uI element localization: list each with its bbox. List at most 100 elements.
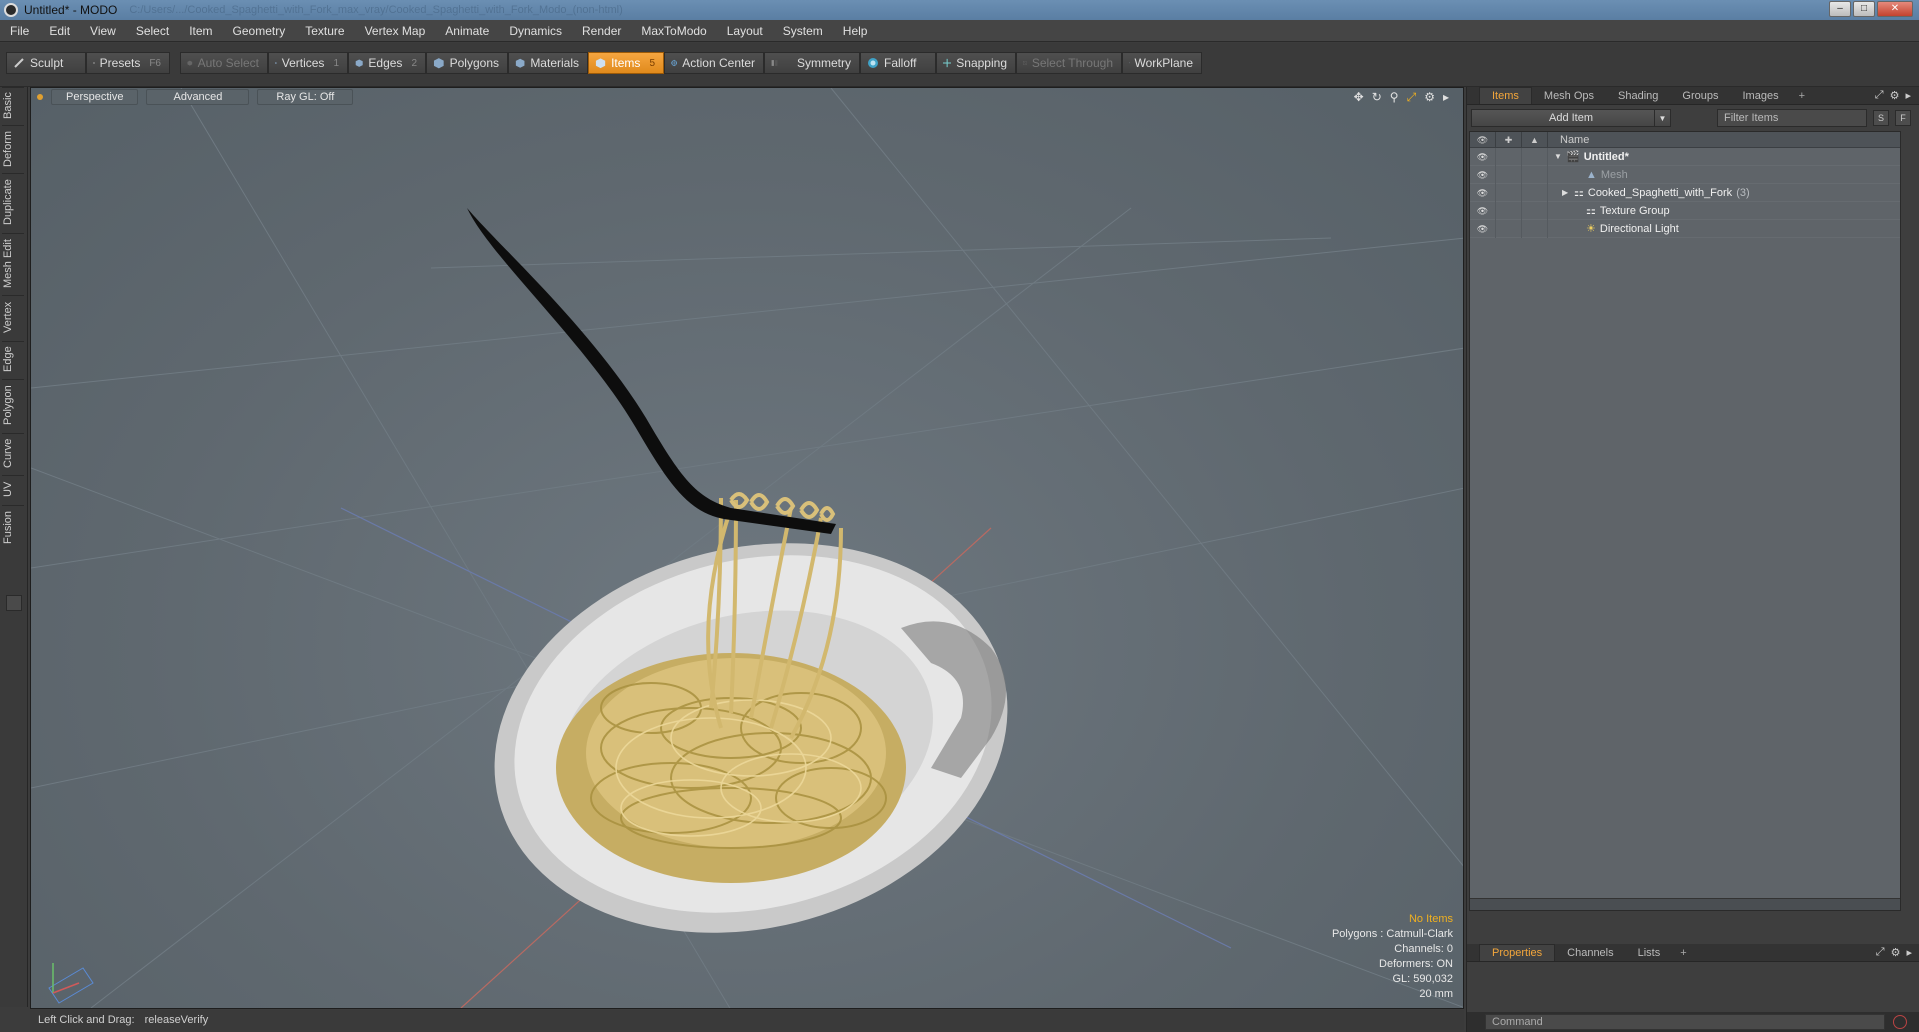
tree-row-texture-group[interactable]: 👁 ⚏ Texture Group <box>1470 201 1900 220</box>
tab-groups[interactable]: Groups <box>1670 88 1730 104</box>
eye-icon[interactable]: 👁 <box>1470 183 1496 202</box>
eye-icon[interactable]: 👁 <box>1470 165 1496 184</box>
menu-geometry[interactable]: Geometry <box>223 24 296 38</box>
tab-curve[interactable]: Curve <box>2 433 24 473</box>
tree-row-untitled[interactable]: 👁 ▼ 🎬 Untitled* <box>1470 147 1900 166</box>
chevron-down-icon[interactable]: ▼ <box>1654 110 1670 126</box>
tab-lists[interactable]: Lists <box>1626 945 1673 961</box>
menu-texture[interactable]: Texture <box>295 24 354 38</box>
panel-gear-icon[interactable]: ⚙ <box>1890 89 1900 102</box>
axis-gizmo <box>48 963 94 1004</box>
record-icon[interactable] <box>1893 1015 1907 1029</box>
workplane-label: WorkPlane <box>1134 56 1193 70</box>
materials-button[interactable]: Materials <box>508 52 588 74</box>
rotate-icon[interactable]: ↻ <box>1372 90 1382 105</box>
panel-menu-icon[interactable]: ▸ <box>1905 89 1911 102</box>
add-tab-icon[interactable]: + <box>1672 945 1694 961</box>
menu-animate[interactable]: Animate <box>435 24 499 38</box>
tab-channels[interactable]: Channels <box>1555 945 1625 961</box>
snapping-button[interactable]: Snapping <box>936 52 1016 74</box>
menu-layout[interactable]: Layout <box>717 24 773 38</box>
select-through-button[interactable]: Select Through <box>1016 52 1122 74</box>
expand-arrow-icon[interactable]: ▶ <box>1562 188 1574 197</box>
tab-polygon[interactable]: Polygon <box>2 379 24 431</box>
maximize-panel-icon[interactable]: ⤢ <box>1875 89 1884 102</box>
tab-deform[interactable]: Deform <box>2 125 24 171</box>
expand-arrow-icon[interactable]: ▸ <box>1443 90 1449 105</box>
maximize-button[interactable]: □ <box>1853 1 1875 17</box>
eye-icon[interactable]: 👁 <box>1470 147 1496 166</box>
menu-help[interactable]: Help <box>833 24 878 38</box>
f-toggle-button[interactable]: F <box>1895 110 1911 126</box>
action-center-button[interactable]: Action Center <box>664 52 764 74</box>
view-mode-button[interactable]: Perspective <box>51 89 139 105</box>
title-bar: Untitled* - MODO C:/Users/.../Cooked_Spa… <box>0 0 1919 20</box>
tab-basic[interactable]: Basic <box>2 87 24 123</box>
tab-fusion[interactable]: Fusion <box>2 505 24 549</box>
sculpt-button[interactable]: Sculpt <box>6 52 86 74</box>
falloff-button[interactable]: Falloff <box>860 52 936 74</box>
add-item-button[interactable]: Add Item ▼ <box>1471 109 1671 127</box>
workplane-button[interactable]: WorkPlane <box>1122 52 1202 74</box>
menu-file[interactable]: File <box>0 24 39 38</box>
tab-uv[interactable]: UV <box>2 475 24 503</box>
collapse-arrow-icon[interactable]: ▼ <box>1554 152 1566 161</box>
falloff-icon <box>868 58 878 68</box>
pan-icon[interactable]: ✥ <box>1354 90 1364 105</box>
tab-properties[interactable]: Properties <box>1479 944 1556 961</box>
3d-viewport[interactable]: Perspective Advanced Ray GL: Off ✥ ↻ ⚲ ⤢… <box>30 87 1464 1009</box>
menu-vertex-map[interactable]: Vertex Map <box>355 24 436 38</box>
lock-cell <box>1496 183 1522 202</box>
tree-row-mesh[interactable]: 👁 ▲ Mesh <box>1470 165 1900 184</box>
close-button[interactable]: ✕ <box>1877 1 1913 17</box>
tab-mesh-ops[interactable]: Mesh Ops <box>1532 88 1606 104</box>
filter-items-input[interactable]: Filter Items <box>1717 109 1867 127</box>
visibility-column-icon[interactable]: 👁 <box>1470 131 1496 148</box>
panel-menu-icon[interactable]: ▸ <box>1906 946 1912 959</box>
tab-shading[interactable]: Shading <box>1606 88 1670 104</box>
s-toggle-button[interactable]: S <box>1873 110 1889 126</box>
tab-images[interactable]: Images <box>1731 88 1791 104</box>
menu-select[interactable]: Select <box>126 24 179 38</box>
menu-render[interactable]: Render <box>572 24 631 38</box>
maximize-panel-icon[interactable]: ⤢ <box>1876 946 1885 959</box>
tree-scrollbar[interactable] <box>1470 898 1900 910</box>
vertices-icon <box>275 62 277 64</box>
auto-select-button[interactable]: Auto Select <box>180 52 268 74</box>
command-input[interactable]: Command <box>1485 1014 1885 1030</box>
tree-row-spaghetti[interactable]: 👁 ▶ ⚏ Cooked_Spaghetti_with_Fork (3) <box>1470 183 1900 202</box>
lock-column-icon[interactable]: ✚ <box>1496 131 1522 148</box>
raygl-button[interactable]: Ray GL: Off <box>257 89 354 105</box>
tab-mesh-edit[interactable]: Mesh Edit <box>2 233 24 293</box>
render-cell <box>1522 147 1548 166</box>
polygons-button[interactable]: Polygons <box>426 52 508 74</box>
menu-system[interactable]: System <box>773 24 833 38</box>
fit-icon[interactable]: ⤢ <box>1407 90 1417 105</box>
menu-item[interactable]: Item <box>179 24 222 38</box>
menu-dynamics[interactable]: Dynamics <box>499 24 572 38</box>
menu-maxtomodo[interactable]: MaxToModo <box>631 24 716 38</box>
name-column-header[interactable]: Name <box>1560 134 1589 146</box>
eye-icon[interactable]: 👁 <box>1470 201 1496 220</box>
tab-items[interactable]: Items <box>1479 87 1532 104</box>
tree-row-directional-light[interactable]: 👁 ☀ Directional Light <box>1470 219 1900 238</box>
items-button[interactable]: Items 5 <box>588 52 664 74</box>
edges-button[interactable]: Edges 2 <box>348 52 426 74</box>
vertices-button[interactable]: Vertices 1 <box>268 52 348 74</box>
panel-gear-icon[interactable]: ⚙ <box>1891 946 1901 959</box>
render-column-icon[interactable]: ▲ <box>1522 131 1548 148</box>
zoom-icon[interactable]: ⚲ <box>1390 90 1399 105</box>
eye-icon[interactable]: 👁 <box>1470 219 1496 238</box>
menu-view[interactable]: View <box>80 24 126 38</box>
menu-edit[interactable]: Edit <box>39 24 80 38</box>
add-tab-icon[interactable]: + <box>1791 88 1813 104</box>
tab-edge[interactable]: Edge <box>2 341 24 377</box>
minimize-button[interactable]: – <box>1829 1 1851 17</box>
tab-vertex[interactable]: Vertex <box>2 295 24 339</box>
gear-icon[interactable]: ⚙ <box>1424 90 1435 105</box>
shading-mode-button[interactable]: Advanced <box>146 89 250 105</box>
tab-duplicate[interactable]: Duplicate <box>2 173 24 231</box>
strip-toggle-button[interactable] <box>6 595 22 611</box>
symmetry-button[interactable]: Symmetry <box>764 52 860 74</box>
presets-button[interactable]: Presets F6 <box>86 52 170 74</box>
